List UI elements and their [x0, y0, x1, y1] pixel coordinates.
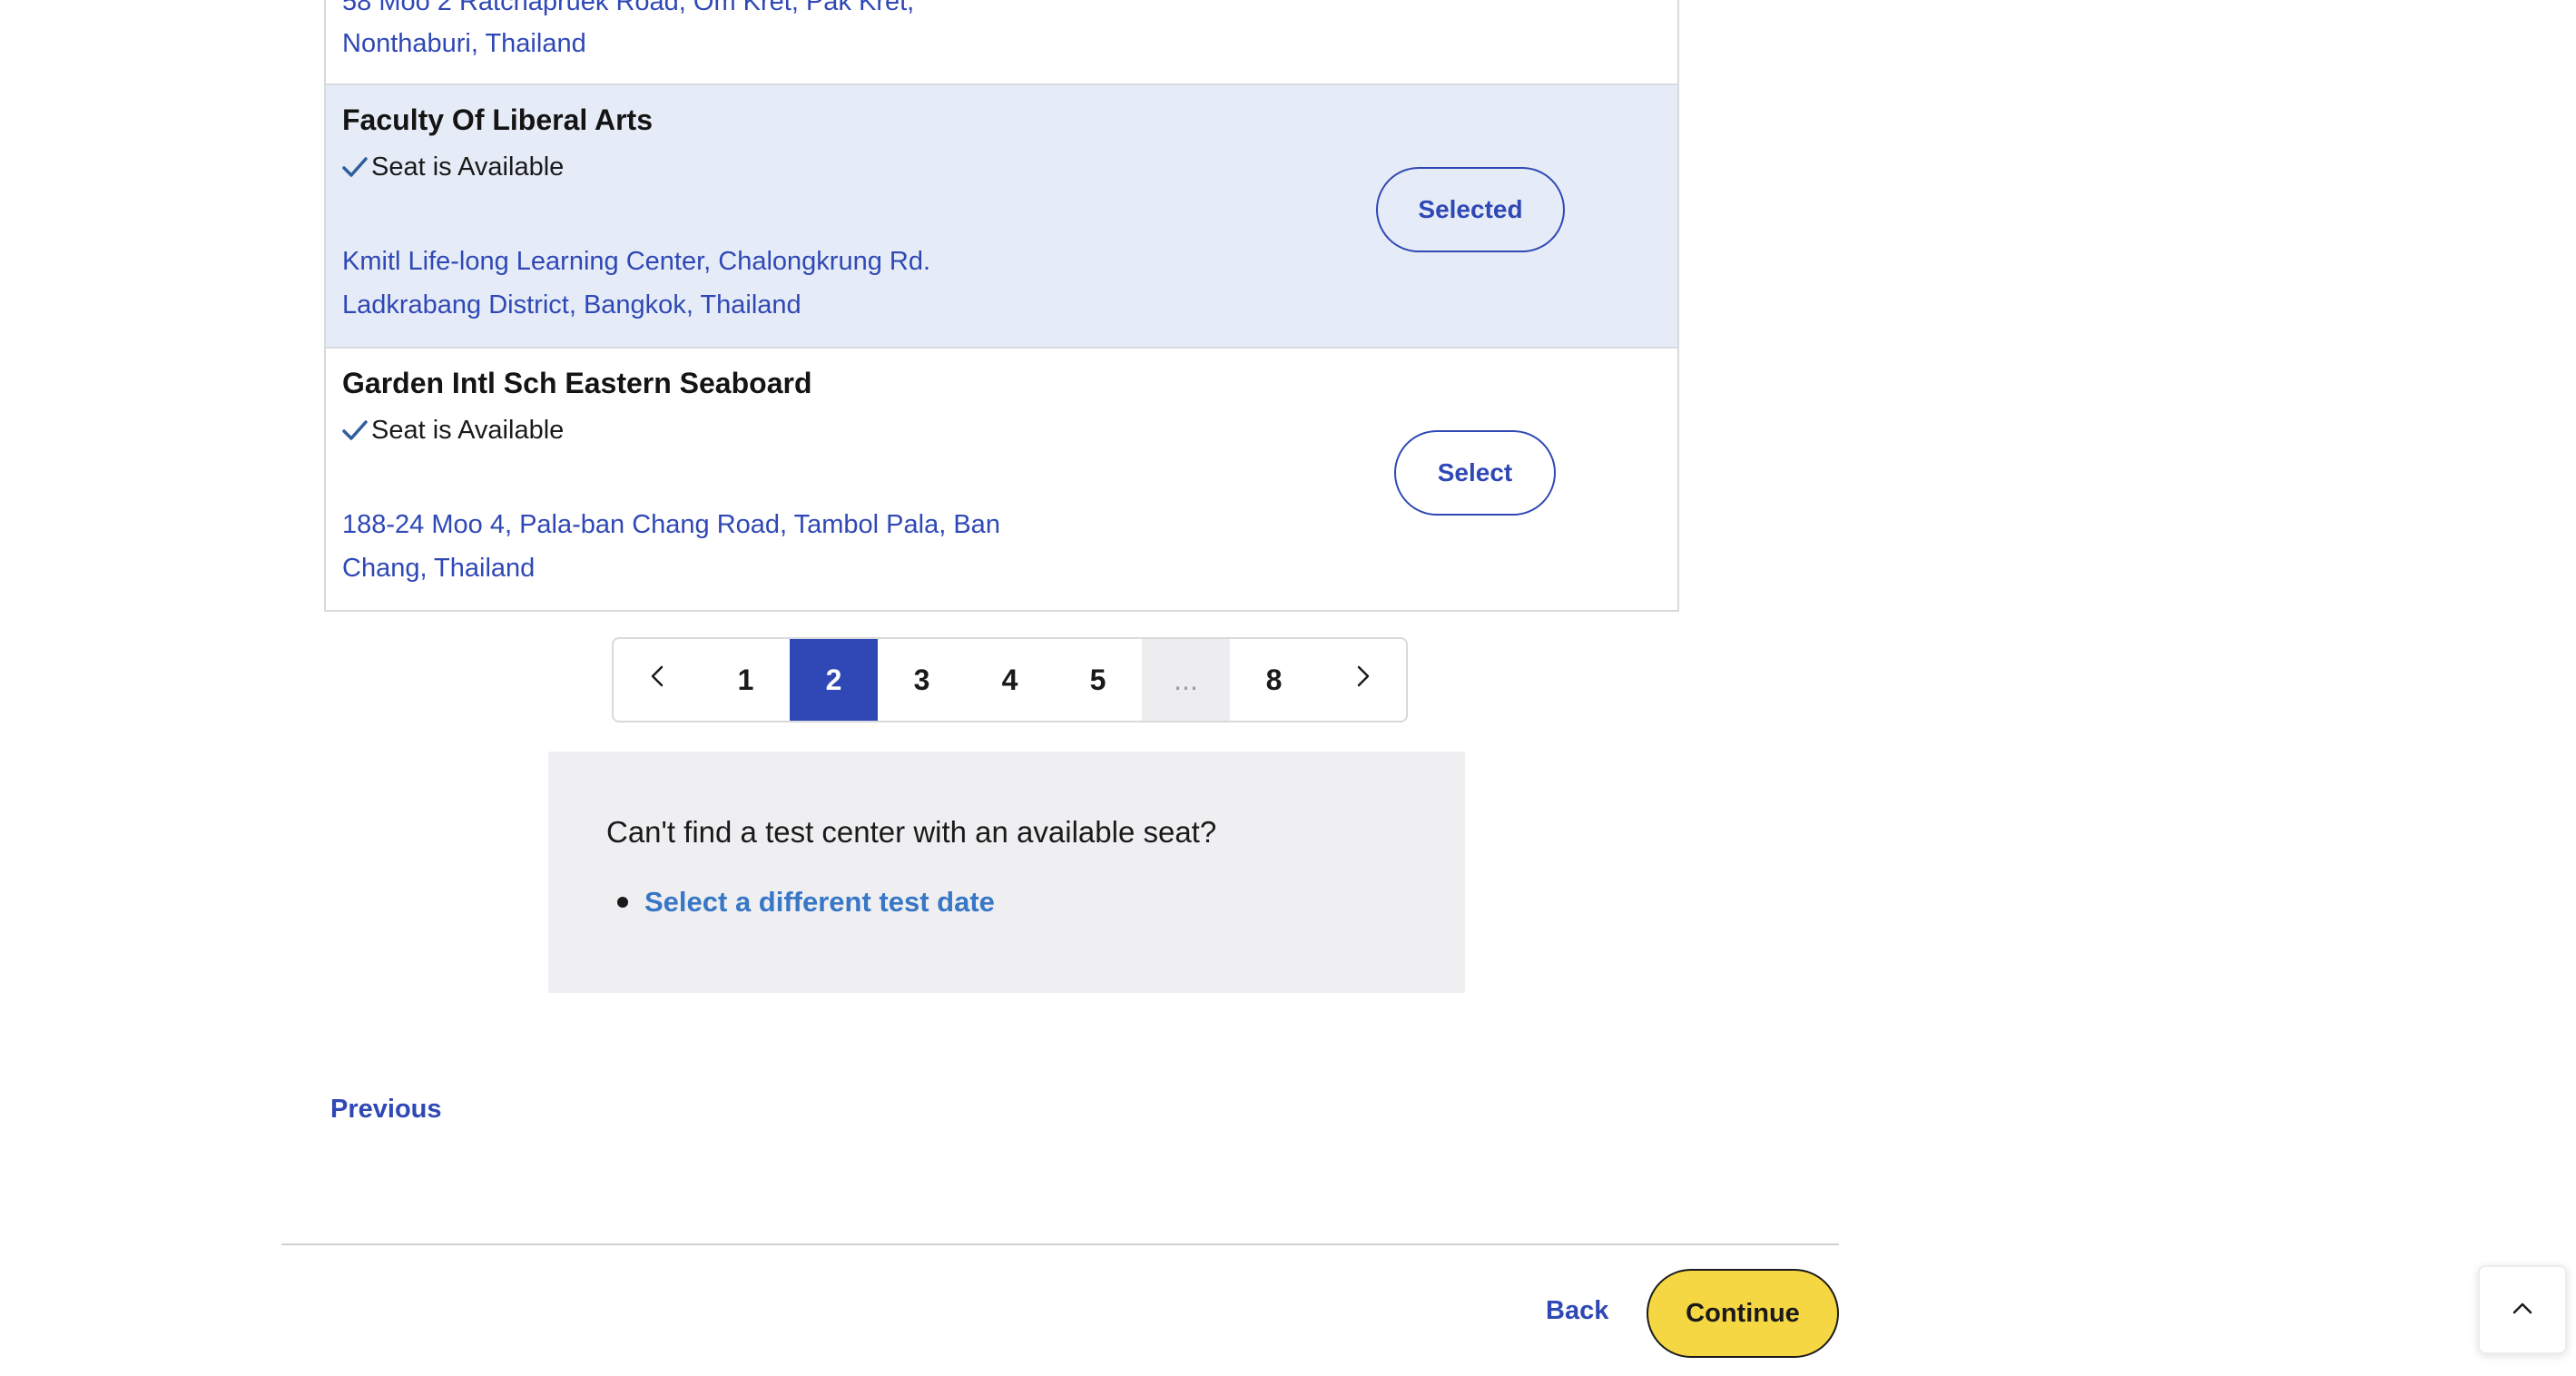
page-button-1[interactable]: 1 [702, 639, 790, 721]
page-button-3[interactable]: 3 [878, 639, 966, 721]
back-link[interactable]: Back [1546, 1296, 1608, 1326]
help-list: Select a different test date [606, 886, 995, 919]
footer-divider [281, 1243, 1839, 1245]
center-address-line2: Nonthaburi, Thailand [342, 29, 586, 58]
selected-button[interactable]: Selected [1376, 167, 1565, 252]
seat-status: Seat is Available [342, 416, 564, 446]
center-address-line2: Ladkrabang District, Bangkok, Thailand [342, 290, 801, 319]
select-different-date-link[interactable]: Select a different test date [644, 886, 995, 919]
center-address-line1: Kmitl Life-long Learning Center, Chalong… [342, 247, 931, 276]
previous-link[interactable]: Previous [330, 1095, 442, 1125]
seat-status: Seat is Available [342, 152, 564, 182]
center-address-line2: Chang, Thailand [342, 554, 536, 583]
select-button[interactable]: Select [1394, 430, 1556, 516]
chevron-right-icon [1349, 663, 1376, 697]
checkmark-icon [342, 155, 368, 181]
bullet [617, 897, 628, 908]
checkmark-icon [342, 418, 368, 444]
test-center-list: 58 Moo 2 Ratchapruek Road, Om Kret, Pak … [324, 0, 1679, 612]
help-list-item: Select a different test date [606, 886, 995, 919]
page-button-8[interactable]: 8 [1230, 639, 1318, 721]
seat-status-label: Seat is Available [371, 416, 565, 445]
test-center-item: 58 Moo 2 Ratchapruek Road, Om Kret, Pak … [326, 0, 1677, 84]
center-address-line1: 58 Moo 2 Ratchapruek Road, Om Kret, Pak … [342, 0, 915, 16]
center-name: Faculty Of Liberal Arts [342, 103, 653, 136]
help-title: Can't find a test center with an availab… [606, 815, 1217, 849]
pagination-next-button[interactable] [1318, 639, 1406, 721]
page-button-2-current[interactable]: 2 [790, 639, 878, 721]
center-address-line1: 188-24 Moo 4, Pala-ban Chang Road, Tambo… [342, 510, 1000, 539]
page-button-4[interactable]: 4 [966, 639, 1054, 721]
page-button-5[interactable]: 5 [1054, 639, 1142, 721]
pagination-prev-button[interactable] [614, 639, 702, 721]
continue-button[interactable]: Continue [1647, 1269, 1839, 1358]
seat-status-label: Seat is Available [371, 152, 565, 182]
scroll-to-top-button[interactable] [2478, 1265, 2567, 1354]
test-center-item: Garden Intl Sch Eastern Seaboard Seat is… [326, 347, 1677, 610]
pagination-ellipsis: ... [1142, 639, 1230, 721]
center-name: Garden Intl Sch Eastern Seaboard [342, 367, 812, 399]
pagination: 1 2 3 4 5 ... 8 [612, 637, 1408, 722]
chevron-left-icon [644, 663, 672, 697]
chevron-up-icon [2510, 1295, 2535, 1325]
help-box: Can't find a test center with an availab… [548, 752, 1465, 993]
test-center-item-selected: Faculty Of Liberal Arts Seat is Availabl… [326, 84, 1677, 347]
